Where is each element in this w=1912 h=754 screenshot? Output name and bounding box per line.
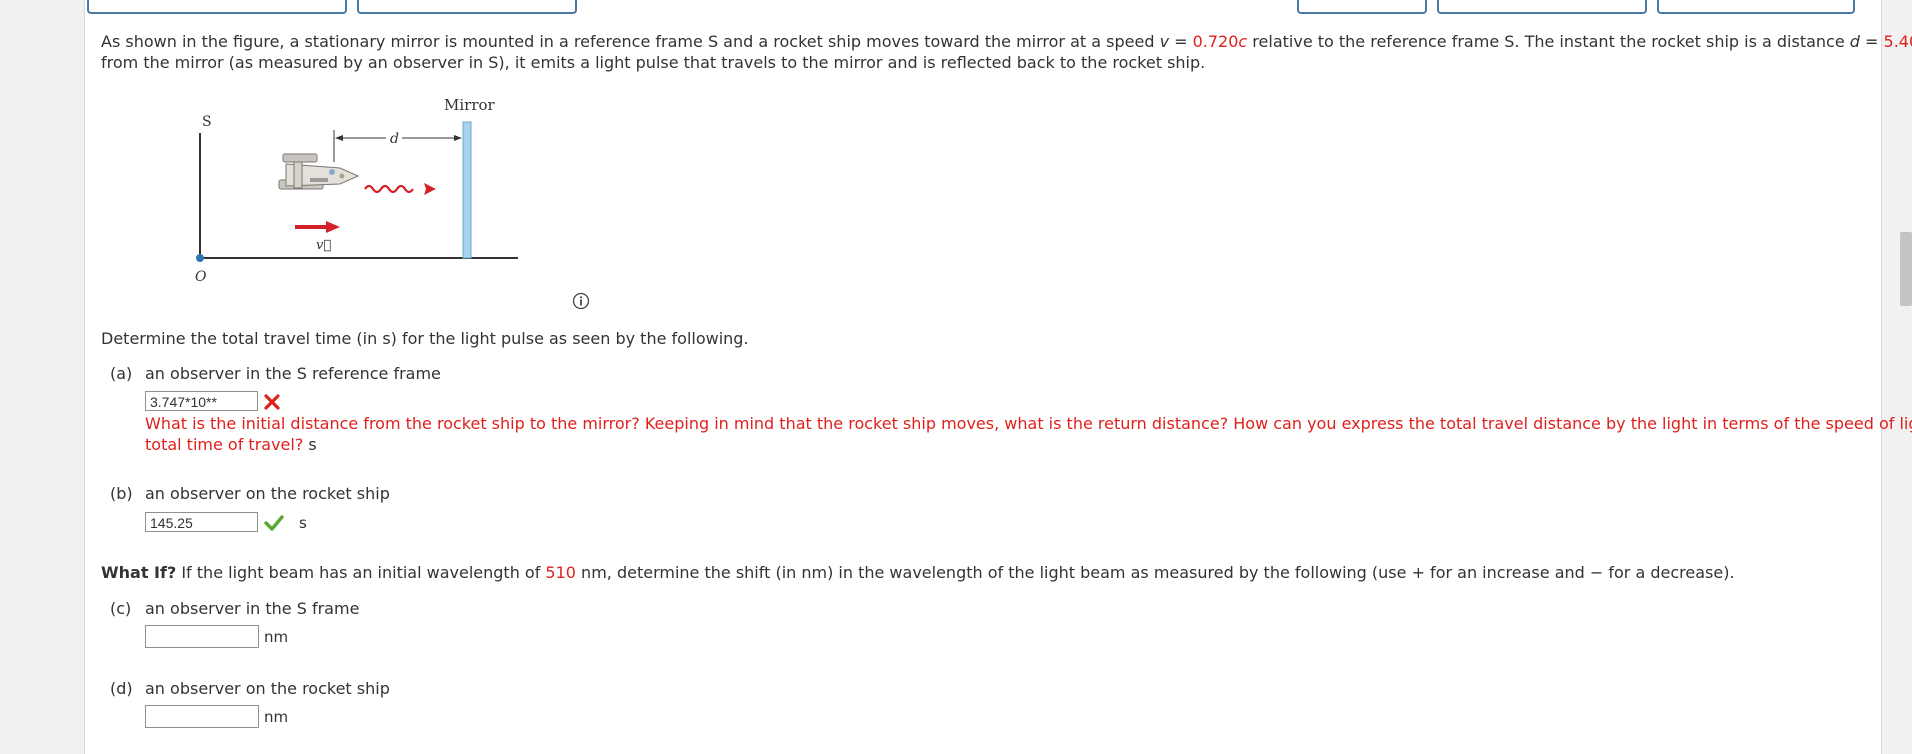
problem-statement-line2: from the mirror (as measured by an obser… bbox=[101, 53, 1206, 72]
info-icon[interactable] bbox=[572, 292, 590, 310]
part-b-unit: s bbox=[299, 514, 307, 532]
intro-text-2: relative to the reference frame S. The i… bbox=[1247, 32, 1850, 51]
part-a-letter: (a) bbox=[110, 364, 133, 383]
distance-label: d bbox=[390, 131, 399, 147]
distance-arrow-right bbox=[454, 135, 462, 141]
mirror bbox=[462, 121, 472, 259]
velocity-label: v⃗ bbox=[316, 238, 331, 253]
problem-statement-line1: As shown in the figure, a stationary mir… bbox=[101, 31, 1912, 52]
velocity-arrowhead bbox=[326, 221, 340, 233]
intro-text-1: As shown in the figure, a stationary mir… bbox=[101, 32, 1160, 51]
v-variable: v bbox=[1159, 32, 1170, 51]
initial-wavelength-value: 510 bbox=[545, 563, 576, 582]
speed-value: 0.720 bbox=[1192, 32, 1239, 51]
top-button-5[interactable] bbox=[1657, 0, 1855, 14]
what-if-statement: What If? If the light beam has an initia… bbox=[101, 562, 1735, 583]
light-wave bbox=[364, 184, 414, 194]
part-a-label: an observer in the S reference frame bbox=[145, 364, 441, 383]
part-c-answer-input[interactable] bbox=[145, 625, 259, 648]
part-a-unit: s bbox=[308, 435, 317, 454]
speed-c: c bbox=[1238, 32, 1248, 51]
part-c-label: an observer in the S frame bbox=[145, 599, 360, 618]
part-d-letter: (d) bbox=[110, 679, 133, 698]
part-d-label: an observer on the rocket ship bbox=[145, 679, 390, 698]
part-a-feedback-text: total time of travel? bbox=[145, 435, 304, 454]
what-if-label: What If? bbox=[101, 563, 177, 582]
part-d-unit: nm bbox=[264, 708, 289, 726]
what-if-text-2: nm, determine the shift (in nm) in the w… bbox=[575, 563, 1735, 582]
left-margin bbox=[0, 0, 84, 754]
main-question: Determine the total travel time (in s) f… bbox=[101, 329, 749, 348]
part-c-unit: nm bbox=[264, 628, 289, 646]
scrollbar-track[interactable] bbox=[1898, 0, 1912, 754]
mirror-label: Mirror bbox=[444, 96, 496, 114]
top-button-3[interactable] bbox=[1297, 0, 1427, 14]
origin-label: O bbox=[195, 269, 207, 285]
top-button-2[interactable] bbox=[357, 0, 577, 14]
distance-arrow-left bbox=[335, 135, 343, 141]
correct-check-icon bbox=[264, 515, 284, 531]
frame-label-s: S bbox=[202, 114, 212, 130]
part-c-letter: (c) bbox=[110, 599, 132, 618]
rocket-mirror-figure: S Mirror O d v⃗ bbox=[195, 96, 518, 285]
incorrect-x-icon bbox=[264, 394, 280, 410]
equals-1: = bbox=[1169, 32, 1193, 51]
part-b-answer-input[interactable]: 145.25 bbox=[145, 512, 258, 532]
part-a-answer-input[interactable]: 3.747*10** bbox=[145, 391, 258, 411]
d-variable: d bbox=[1849, 32, 1860, 51]
light-wave-arrowhead bbox=[424, 183, 436, 195]
scrollbar-thumb[interactable] bbox=[1900, 232, 1912, 306]
equals-2: = bbox=[1859, 32, 1884, 51]
part-a-feedback-line2: total time of travel? s bbox=[145, 434, 317, 455]
part-b-label: an observer on the rocket ship bbox=[145, 484, 390, 503]
what-if-text-1: If the light beam has an initial wavelen… bbox=[176, 563, 546, 582]
rocket-ship-icon bbox=[278, 153, 360, 190]
top-button-1[interactable] bbox=[87, 0, 347, 14]
origin-dot bbox=[196, 254, 204, 262]
distance-value: 5.40 × 10 bbox=[1883, 32, 1912, 51]
part-d-answer-input[interactable] bbox=[145, 705, 259, 728]
part-b-letter: (b) bbox=[110, 484, 133, 503]
top-button-4[interactable] bbox=[1437, 0, 1647, 14]
part-a-feedback-line1: What is the initial distance from the ro… bbox=[145, 414, 1912, 433]
